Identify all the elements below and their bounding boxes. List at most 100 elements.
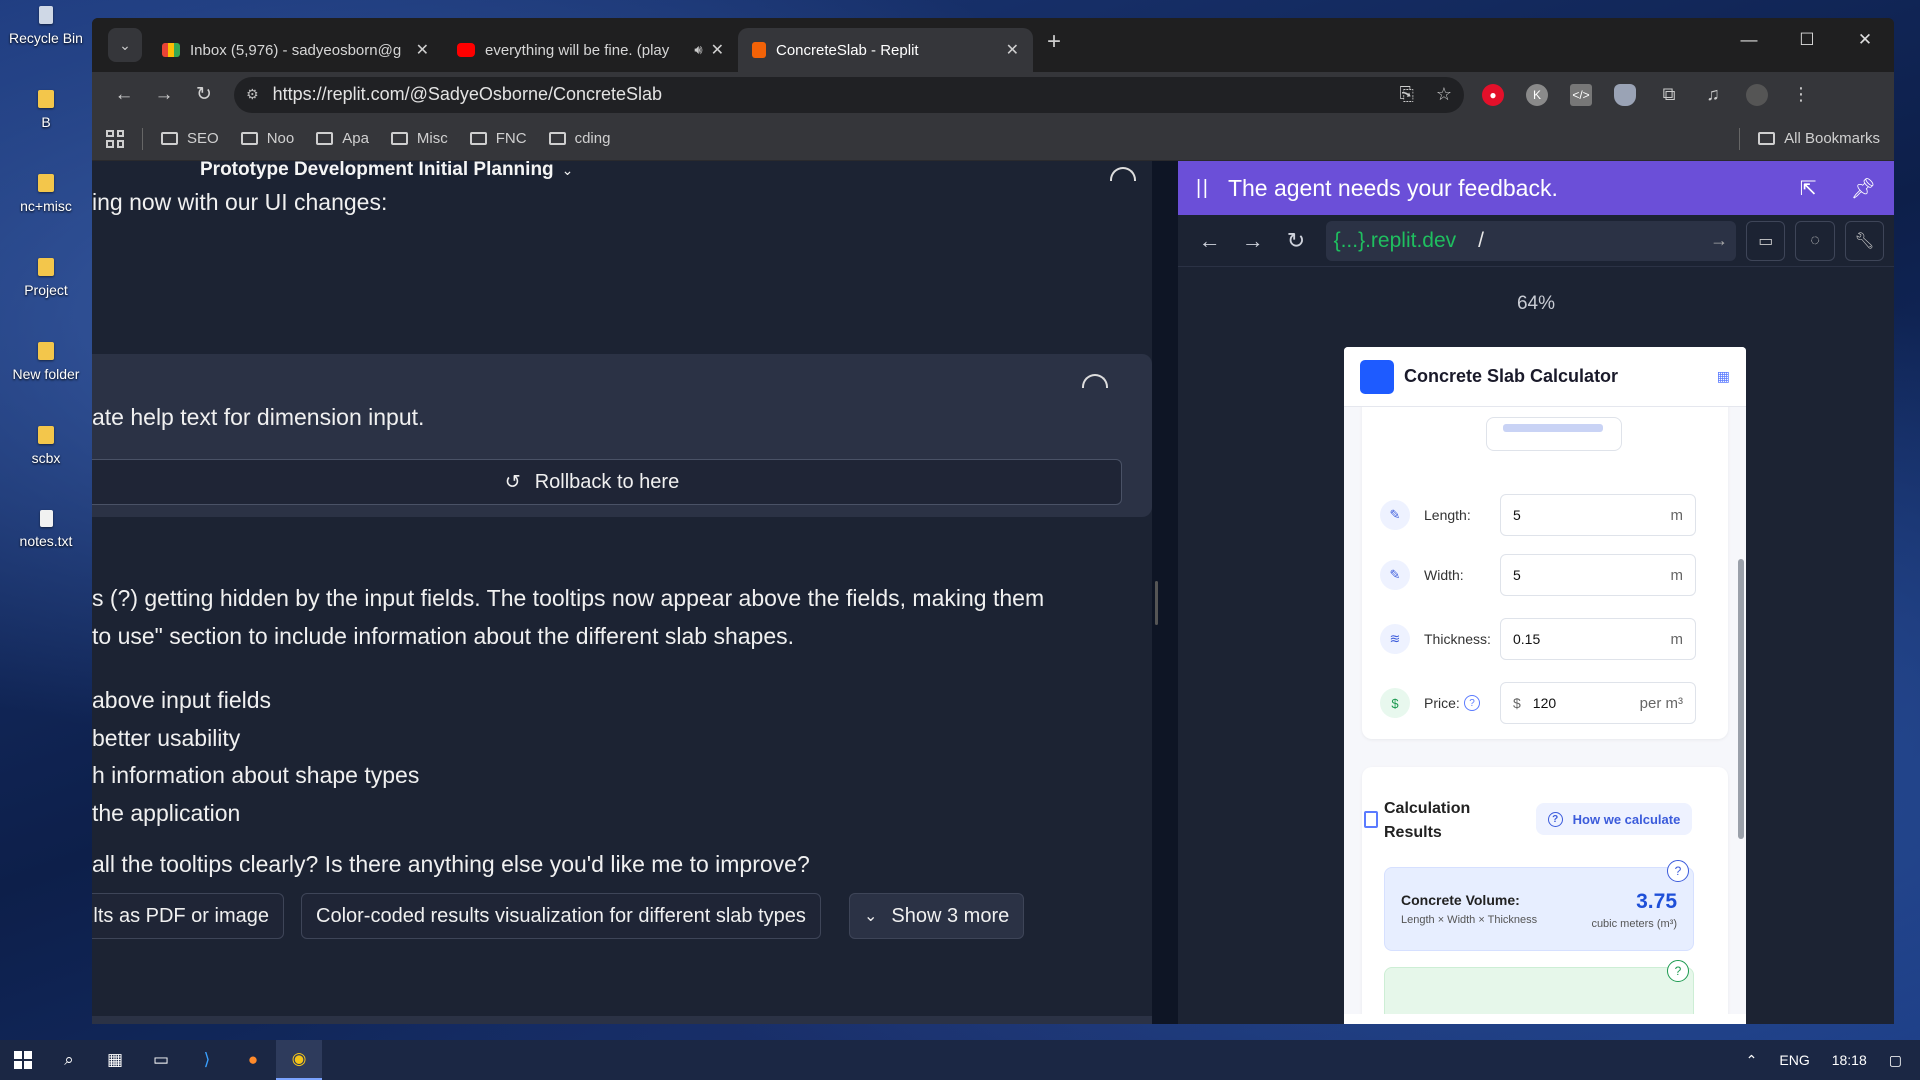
tab-search-button[interactable]: ⌄ bbox=[108, 28, 142, 62]
open-external-icon[interactable]: ⇱ bbox=[1800, 176, 1817, 201]
thickness-input[interactable]: 0.15 m bbox=[1500, 618, 1696, 660]
panel-resize-handle[interactable] bbox=[1152, 161, 1162, 1024]
clock[interactable]: 18:18 bbox=[1832, 1052, 1867, 1068]
length-input[interactable]: 5 m bbox=[1500, 494, 1696, 536]
extension-code-icon[interactable]: </> bbox=[1570, 83, 1592, 106]
tab-youtube[interactable]: everything will be fine. (play 🔊︎ ✕ bbox=[443, 28, 738, 72]
bookmark-folder-misc[interactable]: Misc bbox=[390, 130, 448, 147]
help-icon[interactable]: ? bbox=[1667, 960, 1689, 982]
device-preview-icon[interactable]: ▭ bbox=[1746, 220, 1786, 261]
webview-nav: ← → ↻ {...}.replit.dev / → ▭ ◌ 🔧︎ bbox=[1178, 215, 1894, 267]
menu-kebab-icon[interactable]: ⋮ bbox=[1790, 84, 1812, 106]
extension-red-icon[interactable]: ● bbox=[1482, 83, 1504, 106]
close-icon[interactable]: ✕ bbox=[416, 40, 429, 60]
firefox-icon[interactable]: ● bbox=[230, 1040, 276, 1080]
zoom-level: 64% bbox=[1516, 293, 1556, 314]
bookmark-star-icon[interactable]: ☆ bbox=[1436, 84, 1452, 105]
extensions-puzzle-icon[interactable]: ⧉ bbox=[1658, 84, 1680, 106]
chat-paragraph: s (?) getting hidden by the input fields… bbox=[92, 585, 1045, 611]
desktop-icons: Recycle Bin B nc+misc Project New folder… bbox=[0, 0, 92, 588]
apps-grid-icon[interactable] bbox=[106, 129, 124, 148]
webview-forward-button[interactable]: → bbox=[1231, 228, 1274, 254]
desktop-icon-recycle-bin[interactable]: Recycle Bin bbox=[0, 0, 92, 84]
calculator-icon[interactable]: ▦ bbox=[92, 1040, 138, 1080]
webview-back-button[interactable]: ← bbox=[1188, 228, 1231, 254]
shape-option-button[interactable] bbox=[1486, 417, 1622, 451]
price-input[interactable]: $ 120 per m³ bbox=[1500, 682, 1696, 724]
checkpoint-text: ate help text for dimension input. bbox=[92, 404, 425, 430]
checkpoint-card: ate help text for dimension input. ↺ Rol… bbox=[92, 354, 1152, 517]
maximize-button[interactable]: ☐ bbox=[1778, 18, 1836, 62]
desktop-icon-project[interactable]: Project bbox=[0, 252, 92, 336]
wrench-icon[interactable]: 🔧︎ bbox=[1844, 220, 1885, 261]
width-input[interactable]: 5 m bbox=[1500, 554, 1696, 596]
reload-button[interactable]: ↻ bbox=[184, 78, 224, 112]
bookmark-folder-seo[interactable]: SEO bbox=[161, 130, 219, 147]
folder-icon bbox=[548, 132, 566, 145]
desktop-icon-nc-misc[interactable]: nc+misc bbox=[0, 168, 92, 252]
tab-gmail[interactable]: Inbox (5,976) - sadyeosborn@g ✕ bbox=[148, 28, 443, 72]
length-field: ✎ Length: 5 m bbox=[1380, 491, 1708, 539]
concrete-slab-app: Concrete Slab Calculator ▦ ✎ Length: 5 m bbox=[1344, 347, 1746, 1024]
close-icon[interactable]: ✕ bbox=[711, 40, 724, 60]
close-icon[interactable]: ✕ bbox=[1006, 40, 1019, 60]
language-indicator[interactable]: ENG bbox=[1779, 1052, 1809, 1068]
gauge-icon[interactable] bbox=[1110, 167, 1136, 181]
how-we-calculate-button[interactable]: ? How we calculate bbox=[1536, 803, 1692, 835]
search-icon[interactable]: ⌕ bbox=[46, 1040, 92, 1080]
desktop-icon-scbx[interactable]: scbx bbox=[0, 420, 92, 504]
pin-icon[interactable]: 📌︎ bbox=[1851, 176, 1876, 201]
extension-k-icon[interactable]: K bbox=[1526, 83, 1548, 106]
media-control-icon[interactable]: ♫ bbox=[1702, 84, 1724, 106]
tab-replit[interactable]: ConcreteSlab - Replit ✕ bbox=[738, 28, 1033, 72]
gauge-icon[interactable] bbox=[1082, 374, 1108, 388]
taskbar: ⌕ ▦ ▭ ⟩ ● ◉ ⌃ ENG 18:18 ▢ bbox=[0, 1040, 1920, 1080]
folder-icon bbox=[161, 132, 178, 145]
address-bar[interactable]: ⚙ https://replit.com/@SadyeOsborne/Concr… bbox=[234, 76, 1464, 113]
app-title: Concrete Slab Calculator bbox=[1404, 366, 1619, 386]
app-scrollbar[interactable] bbox=[1738, 559, 1744, 839]
vscode-icon[interactable]: ⟩ bbox=[184, 1040, 230, 1080]
chrome-icon[interactable]: ◉ bbox=[276, 1040, 322, 1080]
webview-reload-button[interactable]: ↻ bbox=[1274, 228, 1317, 254]
webview-url-bar[interactable]: {...}.replit.dev / → bbox=[1325, 220, 1737, 261]
help-icon: ? bbox=[1547, 811, 1563, 827]
close-window-button[interactable]: ✕ bbox=[1836, 18, 1894, 62]
desktop-icon-b[interactable]: B bbox=[0, 84, 92, 168]
calculator-icon[interactable]: ▦ bbox=[1717, 368, 1730, 385]
url-text[interactable]: https://replit.com/@SadyeOsborne/Concret… bbox=[273, 84, 1378, 105]
minimize-button[interactable]: — bbox=[1720, 18, 1778, 62]
all-bookmarks-button[interactable]: All Bookmarks bbox=[1739, 127, 1880, 150]
notifications-icon[interactable]: ▢ bbox=[1889, 1052, 1902, 1069]
help-icon[interactable]: ? bbox=[1667, 860, 1689, 882]
arrow-right-icon[interactable]: → bbox=[1710, 230, 1728, 251]
bookmark-folder-noo[interactable]: Noo bbox=[240, 130, 294, 147]
rollback-button[interactable]: ↺ Rollback to here bbox=[92, 459, 1122, 505]
site-settings-icon[interactable]: ⚙ bbox=[246, 86, 259, 103]
new-tab-button[interactable]: + bbox=[1047, 28, 1061, 56]
start-button[interactable] bbox=[0, 1040, 46, 1080]
file-explorer-icon[interactable]: ▭ bbox=[138, 1040, 184, 1080]
suggestion-export-button[interactable]: ults as PDF or image bbox=[92, 893, 284, 939]
desktop-icon-new-folder[interactable]: New folder bbox=[0, 336, 92, 420]
bookmark-folder-fnc[interactable]: FNC bbox=[469, 130, 527, 147]
project-title-dropdown[interactable]: Prototype Development Initial Planning ⌄ bbox=[200, 161, 573, 181]
help-icon[interactable]: ? bbox=[1464, 695, 1480, 711]
show-more-button[interactable]: ⌄ Show 3 more bbox=[849, 893, 1025, 939]
bookmark-folder-cding[interactable]: cding bbox=[548, 130, 610, 147]
desktop-icon-notes[interactable]: notes.txt bbox=[0, 504, 92, 588]
extension-shield-icon[interactable] bbox=[1614, 83, 1636, 106]
folder-icon bbox=[240, 132, 258, 145]
bookmark-folder-apa[interactable]: Apa bbox=[316, 130, 369, 147]
chevron-up-icon[interactable]: ⌃ bbox=[1746, 1052, 1758, 1069]
profile-avatar[interactable] bbox=[1746, 83, 1768, 106]
gmail-icon bbox=[162, 43, 180, 57]
pause-icon[interactable]: | | bbox=[1196, 177, 1208, 200]
devtools-icon[interactable]: ◌ bbox=[1795, 220, 1835, 261]
results-title: Calculation Results bbox=[1384, 800, 1471, 841]
install-app-icon[interactable]: ⎘ bbox=[1399, 84, 1413, 105]
forward-button[interactable]: → bbox=[144, 78, 184, 112]
back-button[interactable]: ← bbox=[104, 78, 144, 112]
speaker-icon[interactable]: 🔊︎ bbox=[694, 42, 702, 58]
suggestion-color-coded-button[interactable]: Color-coded results visualization for di… bbox=[301, 893, 821, 939]
